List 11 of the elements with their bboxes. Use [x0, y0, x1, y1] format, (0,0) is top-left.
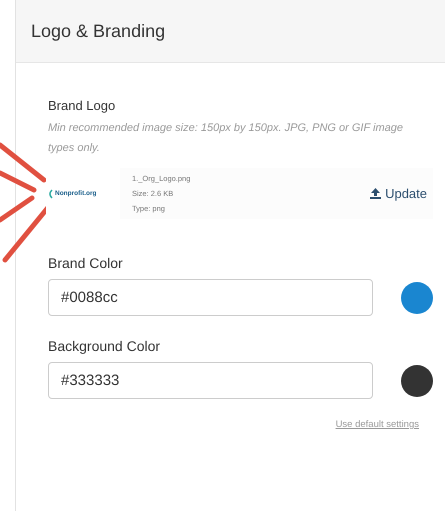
- field-label: Brand Color: [48, 255, 123, 271]
- color-input-field[interactable]: #333333: [48, 362, 373, 399]
- color-swatch[interactable]: [401, 364, 433, 396]
- panel-title: Logo & Branding: [31, 20, 166, 42]
- color-swatch[interactable]: [401, 282, 433, 314]
- field-label: Background Color: [48, 338, 160, 354]
- update-button[interactable]: Update: [364, 182, 433, 205]
- field-label: Brand Logo: [48, 98, 116, 113]
- hint-text: Min recommended image size: 150px by 150px. JPG, PNG or GIF image types only.: [48, 121, 404, 156]
- upload-icon: [370, 188, 382, 199]
- color-input-field[interactable]: #0088cc: [48, 279, 373, 316]
